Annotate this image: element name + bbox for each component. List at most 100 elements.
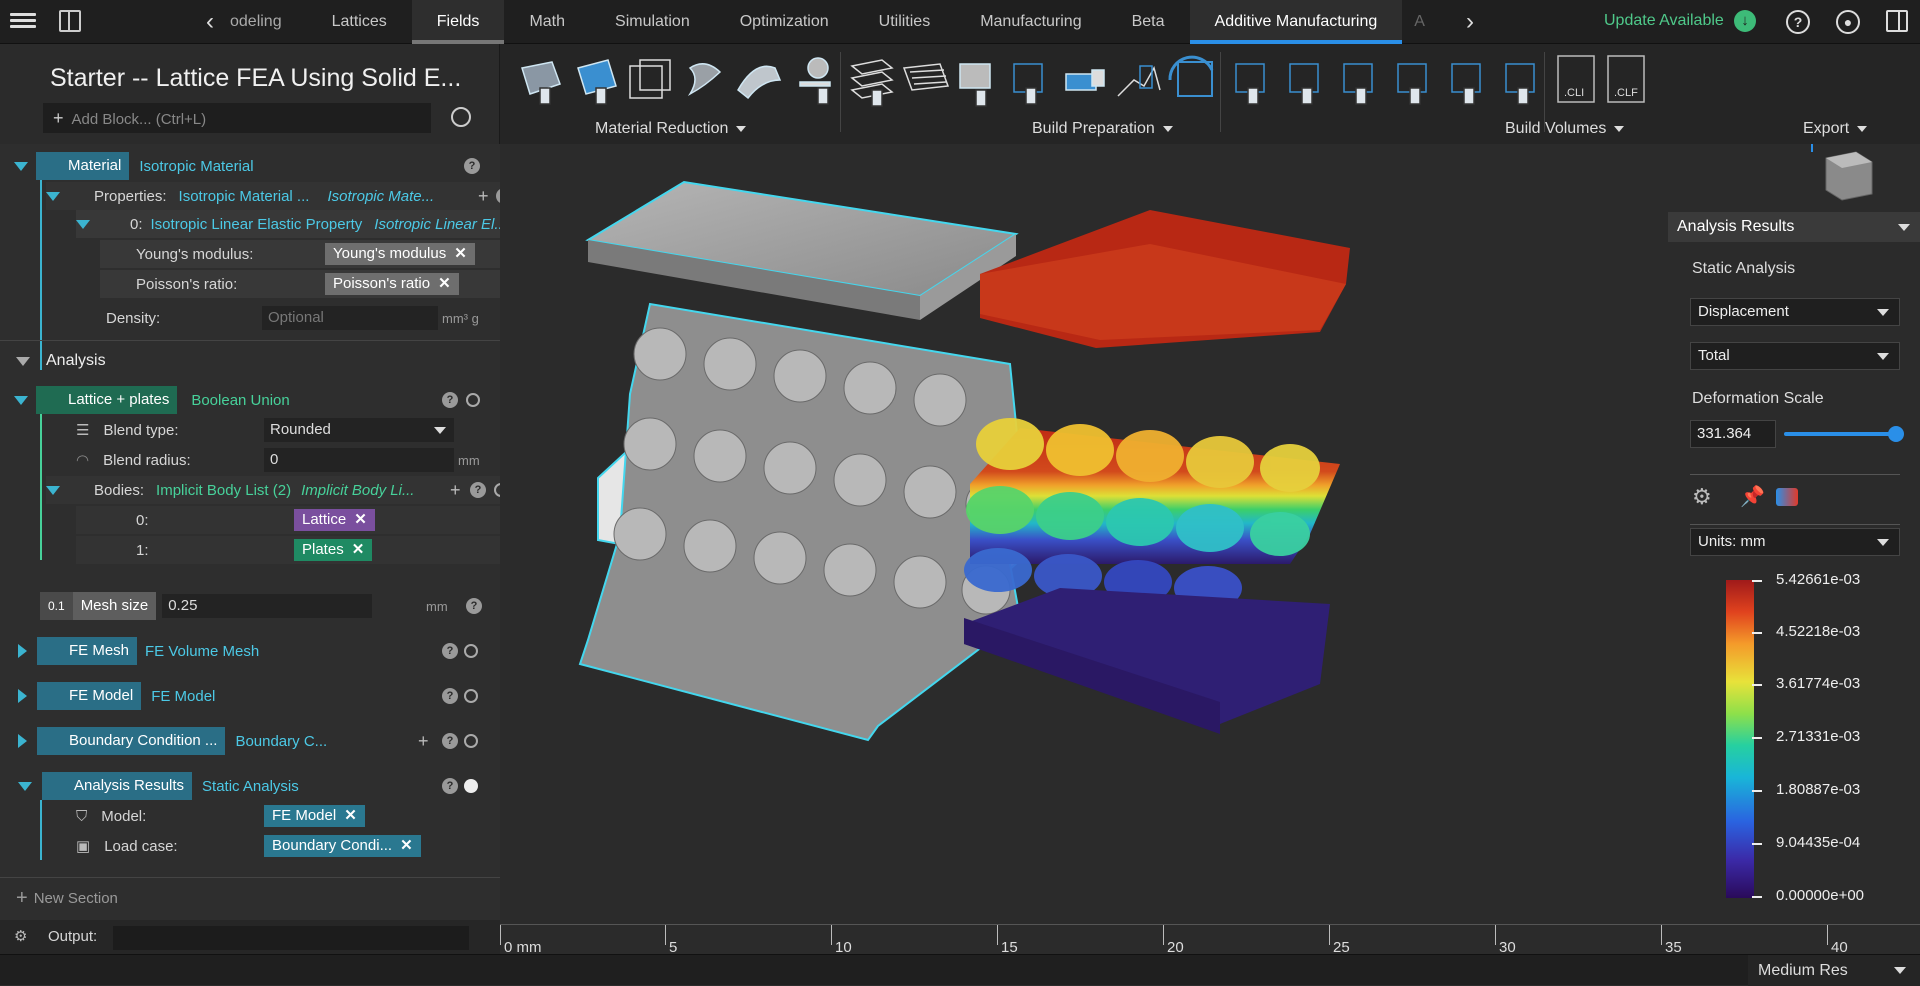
tabs-scroll-left-icon[interactable]: ‹ xyxy=(206,8,214,36)
fe-mesh-block[interactable]: FE Mesh FE Volume Mesh ? xyxy=(18,637,490,665)
deformation-scale-input[interactable]: 331.364 xyxy=(1690,420,1776,448)
resolution-select[interactable]: Medium Res xyxy=(1748,955,1920,986)
colormap-icon[interactable] xyxy=(1776,488,1798,506)
blend-radius-input[interactable]: 0 xyxy=(264,448,454,472)
lattice-model[interactable] xyxy=(578,180,1022,742)
slice-layers-icon[interactable] xyxy=(850,59,894,107)
settings-gear-icon[interactable]: ⚙ xyxy=(1692,484,1712,510)
component-select[interactable]: Total xyxy=(1690,342,1900,370)
expand-icon[interactable] xyxy=(18,689,27,703)
deformation-slider-track[interactable] xyxy=(1784,432,1894,436)
curved-surface-icon[interactable] xyxy=(737,65,782,100)
help-icon[interactable]: ? xyxy=(442,643,458,659)
build-volume-icon-2[interactable] xyxy=(1289,63,1319,105)
sphere-support-icon[interactable] xyxy=(799,57,831,105)
mesh-size-input[interactable]: 0.25 xyxy=(162,594,373,618)
gear-icon[interactable]: ⚙ xyxy=(14,927,27,945)
tab-simulation[interactable]: Simulation xyxy=(590,0,715,44)
remove-icon[interactable]: ✕ xyxy=(352,541,365,558)
tab-manufacturing[interactable]: Manufacturing xyxy=(955,0,1106,44)
tab-modeling[interactable]: odeling xyxy=(222,0,307,44)
tab-utilities[interactable]: Utilities xyxy=(854,0,956,44)
account-icon[interactable]: ● xyxy=(1836,10,1860,34)
hatch-icon[interactable] xyxy=(902,63,950,91)
collapse-icon[interactable] xyxy=(18,781,32,791)
mesh-size-badge[interactable]: 0.1 xyxy=(40,592,73,620)
build-volume-icon-1[interactable] xyxy=(1235,63,1265,105)
units-select[interactable]: Units: mm xyxy=(1690,528,1900,556)
youngs-chip[interactable]: Young's modulus ✕ xyxy=(325,243,475,265)
tab-overflow[interactable]: A xyxy=(1402,0,1437,44)
collapse-icon[interactable] xyxy=(16,356,30,366)
material-block[interactable]: Material Isotropic Material ? xyxy=(14,152,480,180)
shell-icon[interactable] xyxy=(521,61,561,105)
collapse-icon[interactable] xyxy=(1898,224,1910,231)
remove-icon[interactable]: ✕ xyxy=(344,807,357,824)
collapse-icon[interactable] xyxy=(46,485,60,495)
elastic-property-row[interactable]: 0: Isotropic Linear Elastic Property Iso… xyxy=(76,210,550,238)
lattice-plates-block[interactable]: Lattice + plates Boolean Union ? xyxy=(14,386,480,414)
refresh-icon[interactable] xyxy=(451,107,471,127)
extrude-icon[interactable] xyxy=(1065,69,1105,91)
gyroid-icon[interactable] xyxy=(687,63,722,96)
visibility-toggle[interactable] xyxy=(464,734,478,748)
build-volume-icon-4[interactable] xyxy=(1397,63,1427,105)
visibility-toggle[interactable] xyxy=(464,689,478,703)
help-icon[interactable]: ? xyxy=(464,158,480,174)
blend-type-select[interactable]: Rounded xyxy=(264,418,454,442)
build-volume-icon-3[interactable] xyxy=(1343,63,1373,105)
help-icon[interactable]: ? xyxy=(442,733,458,749)
properties-row[interactable]: Properties: Isotropic Material ... Isotr… xyxy=(46,182,520,210)
group-export[interactable]: Export xyxy=(1803,120,1868,138)
add-icon[interactable]: + xyxy=(418,731,429,752)
remove-icon[interactable]: ✕ xyxy=(438,275,451,292)
visibility-toggle[interactable] xyxy=(464,779,478,793)
add-icon[interactable]: + xyxy=(478,186,489,207)
build-volume-icon-5[interactable] xyxy=(1451,63,1481,105)
add-icon[interactable]: + xyxy=(450,480,461,501)
toggle-sidebar-icon[interactable] xyxy=(59,10,81,32)
density-input[interactable]: Optional xyxy=(262,306,438,330)
analysis-section[interactable]: Analysis xyxy=(16,347,106,375)
poisson-chip[interactable]: Poisson's ratio ✕ xyxy=(325,273,459,295)
build-volume-icon-6[interactable] xyxy=(1505,63,1535,105)
pin-icon[interactable]: 📌 xyxy=(1740,484,1765,509)
tabs-scroll-right-icon[interactable]: › xyxy=(1466,8,1474,36)
body1-chip[interactable]: Plates ✕ xyxy=(294,539,373,561)
results-panel-header[interactable]: Analysis Results xyxy=(1668,212,1920,242)
layout-panel-icon[interactable] xyxy=(1886,10,1908,32)
help-icon[interactable]: ? xyxy=(1786,10,1810,34)
new-section-button[interactable]: + New Section xyxy=(16,884,118,912)
expand-icon[interactable] xyxy=(18,644,27,658)
hamburger-menu-icon[interactable] xyxy=(10,10,36,32)
help-icon[interactable]: ? xyxy=(466,598,482,614)
deformation-slider-knob[interactable] xyxy=(1888,426,1904,442)
collapse-icon[interactable] xyxy=(14,161,28,171)
boundary-condition-block[interactable]: Boundary Condition ... Boundary C... + ? xyxy=(18,727,490,755)
lattice-shell-icon[interactable] xyxy=(577,59,617,105)
output-field[interactable] xyxy=(113,926,469,950)
export-clf-icon[interactable]: .CLF xyxy=(1607,55,1645,103)
remove-icon[interactable]: ✕ xyxy=(354,511,367,528)
overhang-icon[interactable] xyxy=(1117,65,1161,97)
help-icon[interactable]: ? xyxy=(442,778,458,794)
update-available-link[interactable]: Update Available xyxy=(1604,12,1724,30)
remove-icon[interactable]: ✕ xyxy=(454,245,467,262)
tab-beta[interactable]: Beta xyxy=(1107,0,1190,44)
body0-chip[interactable]: Lattice ✕ xyxy=(294,509,375,531)
analysis-results-block[interactable]: Analysis Results Static Analysis ? xyxy=(18,772,490,800)
build-plate-icon[interactable] xyxy=(959,63,991,107)
group-build-preparation[interactable]: Build Preparation xyxy=(1032,120,1173,138)
add-block-input[interactable]: + Add Block... (Ctrl+L) xyxy=(43,103,431,133)
download-icon[interactable]: ↓ xyxy=(1734,10,1756,32)
visibility-toggle[interactable] xyxy=(466,393,480,407)
tab-lattices[interactable]: Lattices xyxy=(307,0,412,44)
collapse-icon[interactable] xyxy=(14,395,28,405)
tab-additive-manufacturing[interactable]: Additive Manufacturing xyxy=(1189,0,1403,44)
visibility-toggle[interactable] xyxy=(464,644,478,658)
collapse-icon[interactable] xyxy=(46,191,60,201)
view-cube[interactable] xyxy=(1811,144,1873,201)
load-case-chip[interactable]: Boundary Condi... ✕ xyxy=(264,835,421,857)
fe-model-block[interactable]: FE Model FE Model ? xyxy=(18,682,490,710)
displacement-result-model[interactable] xyxy=(964,210,1350,734)
